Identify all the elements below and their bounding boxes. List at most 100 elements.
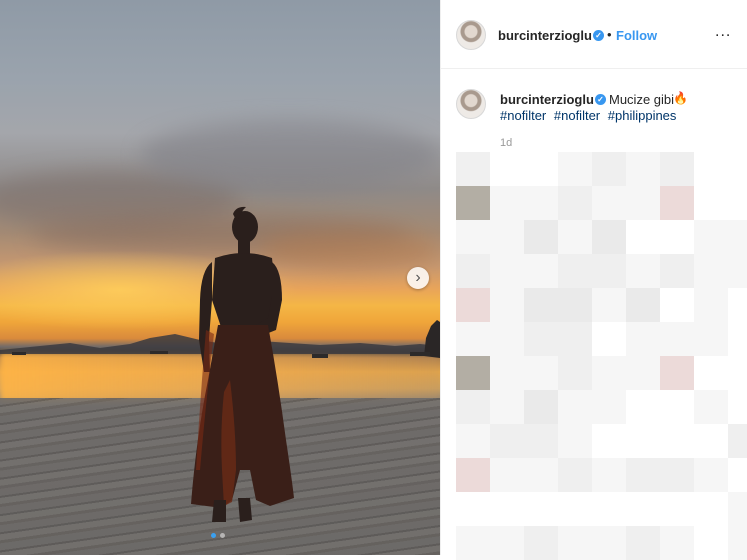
pixel-block — [660, 390, 694, 424]
pixel-block — [660, 356, 694, 390]
pixel-block — [626, 424, 660, 458]
pixel-block — [558, 322, 592, 356]
pixel-block — [592, 254, 626, 288]
pixel-block — [728, 254, 747, 288]
avatar[interactable] — [456, 20, 486, 50]
post-header: burcinterzioglu ✓ • Follow ... — [441, 0, 747, 69]
pixel-block — [490, 424, 524, 458]
pixel-block — [490, 356, 524, 390]
boat — [410, 352, 430, 356]
pixel-block — [592, 458, 626, 492]
pixel-block — [592, 390, 626, 424]
pixel-block — [456, 288, 490, 322]
pixel-block — [626, 356, 660, 390]
pixel-block — [490, 492, 524, 526]
pixel-block — [626, 390, 660, 424]
woman-silhouette — [191, 206, 294, 522]
pixel-block — [728, 220, 747, 254]
pixel-block — [490, 458, 524, 492]
hashtag-link[interactable]: #nofilter — [554, 108, 600, 123]
pixel-block — [694, 220, 728, 254]
pixel-block — [694, 356, 728, 390]
pixel-block — [728, 458, 747, 492]
carousel-next-button[interactable]: › — [407, 267, 429, 289]
pixel-block — [626, 186, 660, 220]
pixel-block — [558, 356, 592, 390]
caption-username[interactable]: burcinterzioglu — [500, 92, 594, 107]
pixel-block — [456, 356, 490, 390]
pixel-block — [694, 288, 728, 322]
pixel-block — [694, 254, 728, 288]
pixel-block — [728, 288, 747, 322]
pixel-block — [592, 288, 626, 322]
pixel-block — [456, 492, 490, 526]
pixel-block — [456, 424, 490, 458]
pixel-block — [490, 186, 524, 220]
pixel-block — [694, 424, 728, 458]
pixel-block — [592, 152, 626, 186]
hashtag-link[interactable]: #philippines — [608, 108, 677, 123]
pixel-block — [456, 186, 490, 220]
pixel-block — [728, 186, 747, 220]
pixel-block — [728, 424, 747, 458]
follow-button[interactable]: Follow — [616, 28, 657, 43]
pixel-block — [694, 186, 728, 220]
pixel-block — [660, 322, 694, 356]
carousel-dot-active — [211, 533, 216, 538]
pixelated-comments — [456, 152, 747, 560]
pixel-block — [490, 152, 524, 186]
pixel-block — [524, 254, 558, 288]
post-timestamp[interactable]: 1d — [500, 137, 512, 149]
pixel-block — [660, 152, 694, 186]
hashtags: #nofilter #nofilter #philippines — [500, 108, 680, 123]
hashtag-link[interactable]: #nofilter — [500, 108, 546, 123]
verified-badge-icon: ✓ — [593, 30, 604, 41]
pixel-block — [524, 288, 558, 322]
pixel-block — [558, 424, 592, 458]
pixel-block — [456, 220, 490, 254]
pixel-block — [524, 186, 558, 220]
pixel-block — [694, 322, 728, 356]
pixel-block — [524, 390, 558, 424]
pixel-block — [694, 458, 728, 492]
caption-text: Mucize gibi — [609, 92, 675, 107]
post-photo: › — [0, 0, 440, 555]
pixel-block — [524, 458, 558, 492]
pixel-block — [728, 322, 747, 356]
verified-badge-icon: ✓ — [595, 94, 606, 105]
pixel-block — [490, 390, 524, 424]
pixel-block — [660, 220, 694, 254]
pixel-block — [592, 356, 626, 390]
more-options-icon[interactable]: ... — [715, 23, 731, 41]
pixel-block — [558, 288, 592, 322]
pixel-block — [626, 220, 660, 254]
pixel-block — [694, 152, 728, 186]
pixel-block — [558, 254, 592, 288]
pixel-block — [694, 492, 728, 526]
pixel-block — [558, 220, 592, 254]
header-username[interactable]: burcinterzioglu — [498, 28, 592, 43]
caption-avatar[interactable] — [456, 89, 486, 119]
pixel-block — [660, 288, 694, 322]
pixel-block — [456, 390, 490, 424]
pixel-block — [490, 288, 524, 322]
boat — [312, 354, 328, 358]
pixel-block — [660, 254, 694, 288]
chevron-right-icon: › — [415, 269, 421, 286]
pixel-block — [626, 288, 660, 322]
pixel-block — [660, 458, 694, 492]
pixel-block — [490, 220, 524, 254]
pixel-block — [592, 220, 626, 254]
pixel-block — [592, 492, 626, 526]
pixel-block — [456, 254, 490, 288]
pixel-block — [558, 492, 592, 526]
pixel-block — [660, 424, 694, 458]
pixel-block — [524, 152, 558, 186]
pixel-block — [524, 356, 558, 390]
pixel-block — [558, 186, 592, 220]
pixel-block — [524, 424, 558, 458]
pixel-block — [626, 322, 660, 356]
pixel-block — [728, 356, 747, 390]
pixel-block — [660, 492, 694, 526]
pixel-block — [592, 322, 626, 356]
